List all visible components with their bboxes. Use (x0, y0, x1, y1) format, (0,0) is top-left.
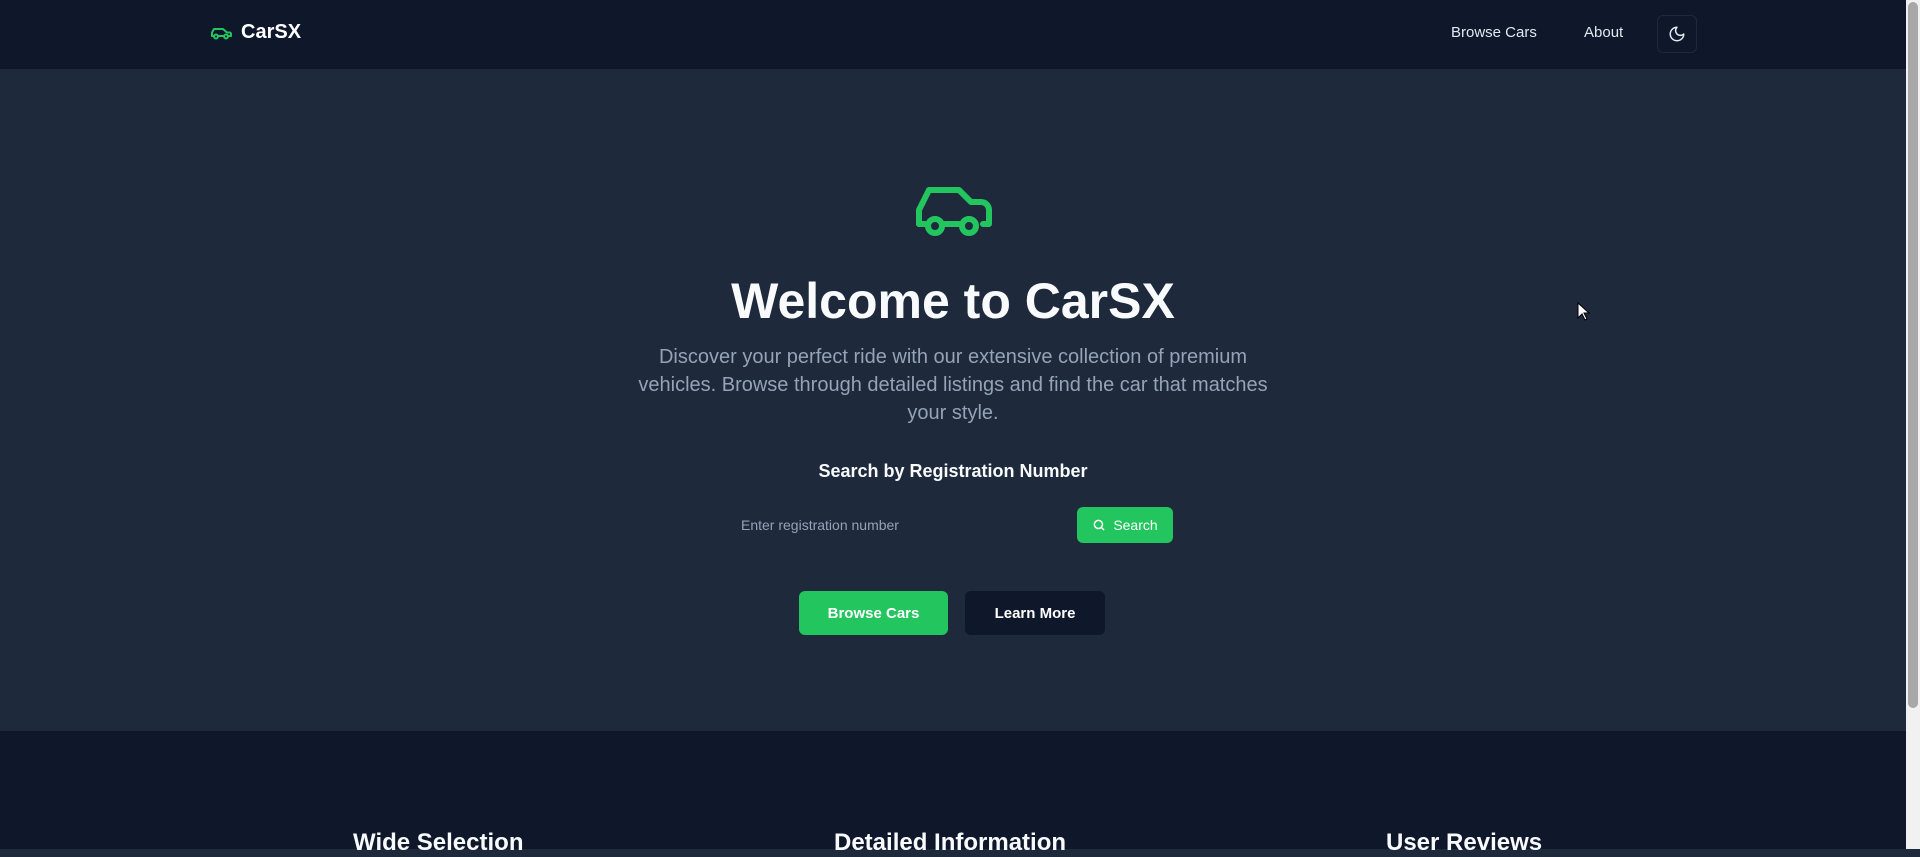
search-button[interactable]: Search (1077, 507, 1173, 543)
car-icon (916, 187, 992, 236)
search-icon (1093, 519, 1105, 531)
brand-name: CarSX (241, 20, 302, 43)
car-icon (211, 28, 232, 40)
search-heading: Search by Registration Number (818, 461, 1088, 481)
hero-title: Welcome to CarSX (731, 273, 1175, 329)
hero-subtitle: Discover your perfect ride with our exte… (638, 346, 1268, 424)
search-button-label: Search (1113, 517, 1158, 533)
mouse-cursor-icon (1577, 302, 1591, 321)
learn-more-button[interactable]: Learn More (965, 591, 1105, 635)
nav-about[interactable]: About (1584, 24, 1623, 41)
top-navbar: CarSX Browse Cars About (0, 0, 1906, 70)
registration-search-input[interactable] (729, 507, 1067, 543)
feature-title-wide-selection: Wide Selection (353, 829, 524, 856)
brand-link[interactable]: CarSX (209, 20, 301, 44)
theme-toggle-button[interactable] (1657, 15, 1697, 53)
page-scrollbar[interactable] (1906, 0, 1920, 849)
feature-title-detailed-information: Detailed Information (834, 829, 1067, 856)
scrollbar-thumb[interactable] (1908, 2, 1918, 708)
browse-cars-button[interactable]: Browse Cars (799, 591, 948, 635)
features-section: Wide Selection Detailed Information User… (0, 731, 1906, 856)
feature-title-user-reviews: User Reviews (1386, 829, 1543, 856)
nav-browse-cars[interactable]: Browse Cars (1451, 24, 1537, 41)
moon-icon (1669, 26, 1685, 42)
